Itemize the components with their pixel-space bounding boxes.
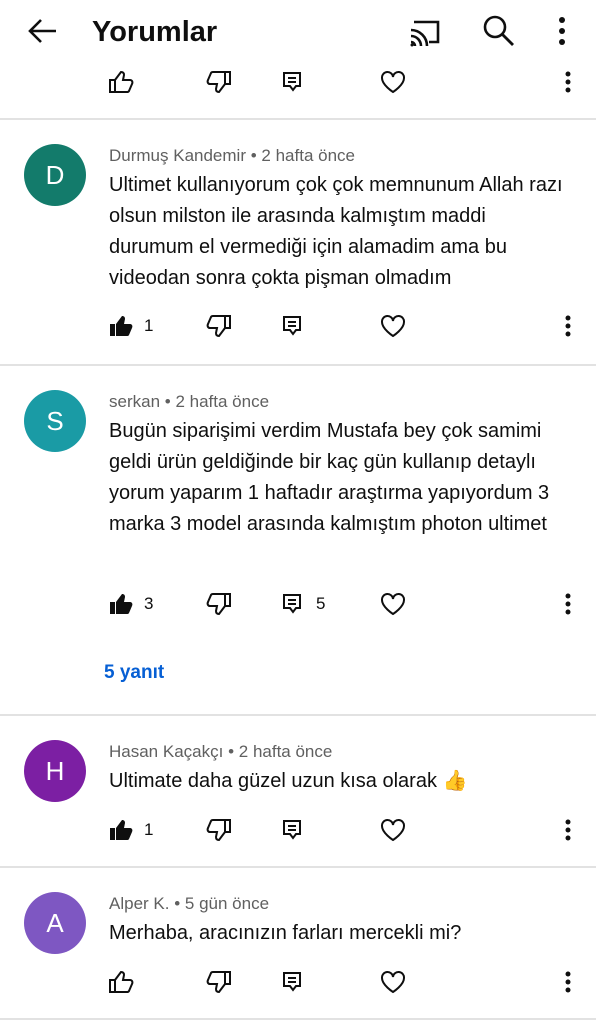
comment-actions: 1 xyxy=(0,306,596,346)
meta-separator: • xyxy=(250,146,257,165)
thumb-down-icon xyxy=(206,592,232,616)
comment-meta: Hasan Kaçakçı • 2 hafta önce xyxy=(109,741,332,763)
thumb-up-icon xyxy=(108,70,134,94)
meta-separator: • xyxy=(228,742,235,761)
reply-icon xyxy=(282,315,302,337)
avatar[interactable]: A xyxy=(24,892,86,954)
like-button[interactable]: 1 xyxy=(108,810,153,850)
comment-item: H Hasan Kaçakçı • 2 hafta önce Ultimate … xyxy=(0,716,596,866)
comment-text: Merhaba, aracınızın farları mercekli mi? xyxy=(109,922,462,944)
comment-item: D Durmuş Kandemir • 2 hafta önce Ultimet… xyxy=(0,120,596,364)
more-vertical-icon[interactable] xyxy=(556,62,580,102)
app-bar: Yorumlar xyxy=(0,0,596,64)
thumb-up-icon xyxy=(108,818,134,842)
reply-button[interactable]: 5 xyxy=(282,584,325,624)
comment-actions: 1 xyxy=(0,810,596,850)
like-count: 1 xyxy=(144,316,154,335)
heart-button[interactable] xyxy=(380,962,406,1002)
comment-time: 2 hafta önce xyxy=(238,742,333,761)
reply-button[interactable] xyxy=(282,62,302,102)
comment-author[interactable]: serkan xyxy=(109,392,160,411)
thumb-up-icon xyxy=(108,592,134,616)
comment-meta: serkan • 2 hafta önce xyxy=(109,391,269,413)
heart-button[interactable] xyxy=(380,584,406,624)
comment-text: Ultimet kullanıyorum çok çok memnunum Al… xyxy=(109,174,563,289)
more-vertical-icon[interactable] xyxy=(556,962,580,1002)
heart-icon xyxy=(380,970,406,994)
dislike-button[interactable] xyxy=(206,306,232,346)
like-button[interactable] xyxy=(108,962,134,1002)
like-count: 1 xyxy=(144,820,154,839)
comment-actions: 3 5 xyxy=(0,584,596,624)
avatar[interactable]: H xyxy=(24,740,86,802)
avatar[interactable]: S xyxy=(24,390,86,452)
reply-button[interactable] xyxy=(282,306,302,346)
meta-separator: • xyxy=(174,894,181,913)
dislike-button[interactable] xyxy=(206,62,232,102)
like-button[interactable]: 3 xyxy=(108,584,153,624)
comment-author[interactable]: Alper K. xyxy=(109,894,169,913)
thumb-up-icon xyxy=(108,314,134,338)
reply-icon xyxy=(282,971,302,993)
reply-icon xyxy=(282,593,302,615)
like-button[interactable]: 1 xyxy=(108,306,153,346)
comment-text: Bugün siparişimi verdim Mustafa bey çok … xyxy=(109,420,550,535)
comment-time: 2 hafta önce xyxy=(261,146,355,165)
comment-author[interactable]: Durmuş Kandemir xyxy=(109,146,246,165)
heart-button[interactable] xyxy=(380,810,406,850)
more-vertical-icon[interactable] xyxy=(556,306,580,346)
page-title: Yorumlar xyxy=(92,16,218,48)
comment-actions xyxy=(0,62,596,102)
heart-button[interactable] xyxy=(380,306,406,346)
comment-time: 2 hafta önce xyxy=(175,392,270,411)
comment-text: Ultimate daha güzel uzun kısa olarak 👍 xyxy=(109,770,468,792)
comment-time: 5 gün önce xyxy=(184,894,270,913)
dislike-button[interactable] xyxy=(206,584,232,624)
thumb-down-icon xyxy=(206,314,232,338)
comment-item: A Alper K. • 5 gün önce Merhaba, aracını… xyxy=(0,868,596,1018)
like-button[interactable] xyxy=(108,62,134,102)
comment-meta: Durmuş Kandemir • 2 hafta önce xyxy=(109,145,355,167)
thumb-down-icon xyxy=(206,818,232,842)
heart-button[interactable] xyxy=(380,62,406,102)
like-count: 3 xyxy=(144,594,154,613)
search-icon[interactable] xyxy=(482,14,516,48)
view-replies-link[interactable]: 5 yanıt xyxy=(104,662,164,684)
reply-count: 5 xyxy=(316,594,326,613)
comment-meta: Alper K. • 5 gün önce xyxy=(109,893,269,915)
heart-icon xyxy=(380,592,406,616)
heart-icon xyxy=(380,818,406,842)
comment-author[interactable]: Hasan Kaçakçı xyxy=(109,742,223,761)
cast-icon[interactable] xyxy=(408,16,442,48)
reply-icon xyxy=(282,71,302,93)
thumb-down-icon xyxy=(206,970,232,994)
more-vertical-icon[interactable] xyxy=(556,810,580,850)
dislike-button[interactable] xyxy=(206,810,232,850)
reply-button[interactable] xyxy=(282,810,302,850)
divider xyxy=(0,1018,596,1020)
arrow-left-icon[interactable] xyxy=(26,14,60,48)
reply-button[interactable] xyxy=(282,962,302,1002)
meta-separator: • xyxy=(164,392,171,411)
heart-icon xyxy=(380,314,406,338)
more-vertical-icon[interactable] xyxy=(556,584,580,624)
reply-icon xyxy=(282,819,302,841)
comment-item: S serkan • 2 hafta önce Bugün siparişimi… xyxy=(0,366,596,714)
thumb-down-icon xyxy=(206,70,232,94)
thumb-up-icon xyxy=(108,970,134,994)
comment-actions xyxy=(0,962,596,1002)
dislike-button[interactable] xyxy=(206,962,232,1002)
more-vertical-icon[interactable] xyxy=(550,14,574,48)
heart-icon xyxy=(380,70,406,94)
avatar[interactable]: D xyxy=(24,144,86,206)
